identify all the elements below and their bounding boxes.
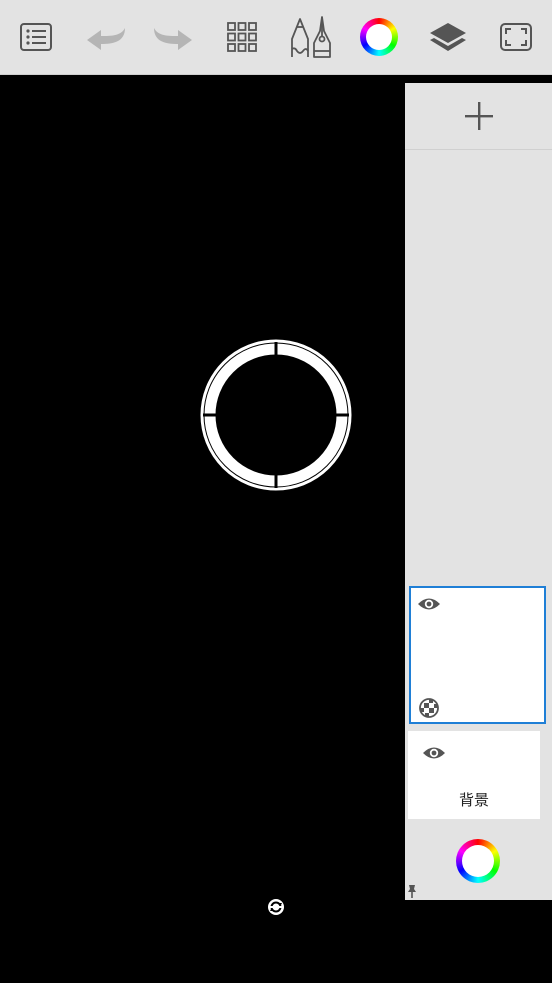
menu-list-button[interactable] [8, 9, 64, 65]
color-picker-button[interactable] [351, 9, 407, 65]
pin-icon[interactable] [406, 884, 418, 898]
visibility-eye-icon[interactable] [417, 596, 441, 612]
layer-item-background[interactable]: 背景 [408, 731, 540, 819]
alpha-lock-icon[interactable] [419, 698, 439, 718]
redo-button[interactable] [146, 9, 202, 65]
plus-icon [464, 102, 493, 130]
tool-grid-button[interactable] [214, 9, 270, 65]
layers-button[interactable] [420, 9, 476, 65]
add-layer-button[interactable] [405, 83, 552, 150]
fullscreen-icon [500, 23, 532, 51]
list-icon [20, 23, 52, 51]
layers-panel: 背景 [405, 83, 552, 900]
color-wheel-icon [360, 18, 398, 56]
top-toolbar [0, 0, 552, 75]
color-wheel-icon [456, 839, 500, 883]
grid-icon [227, 22, 257, 52]
canvas-rotate-icon[interactable] [267, 898, 285, 916]
fullscreen-button[interactable] [488, 9, 544, 65]
redo-arrow-icon [154, 28, 192, 50]
layer-item-selected[interactable] [409, 586, 546, 724]
brush-tools-button[interactable] [282, 9, 338, 65]
undo-arrow-icon [87, 28, 125, 50]
visibility-eye-icon[interactable] [422, 745, 446, 761]
pencil-pen-icon [291, 16, 331, 58]
panel-color-button[interactable] [456, 839, 500, 883]
brush-cursor-ring[interactable] [199, 338, 353, 492]
undo-button[interactable] [77, 9, 133, 65]
layers-icon [430, 23, 466, 51]
layer-name: 背景 [458, 791, 489, 809]
